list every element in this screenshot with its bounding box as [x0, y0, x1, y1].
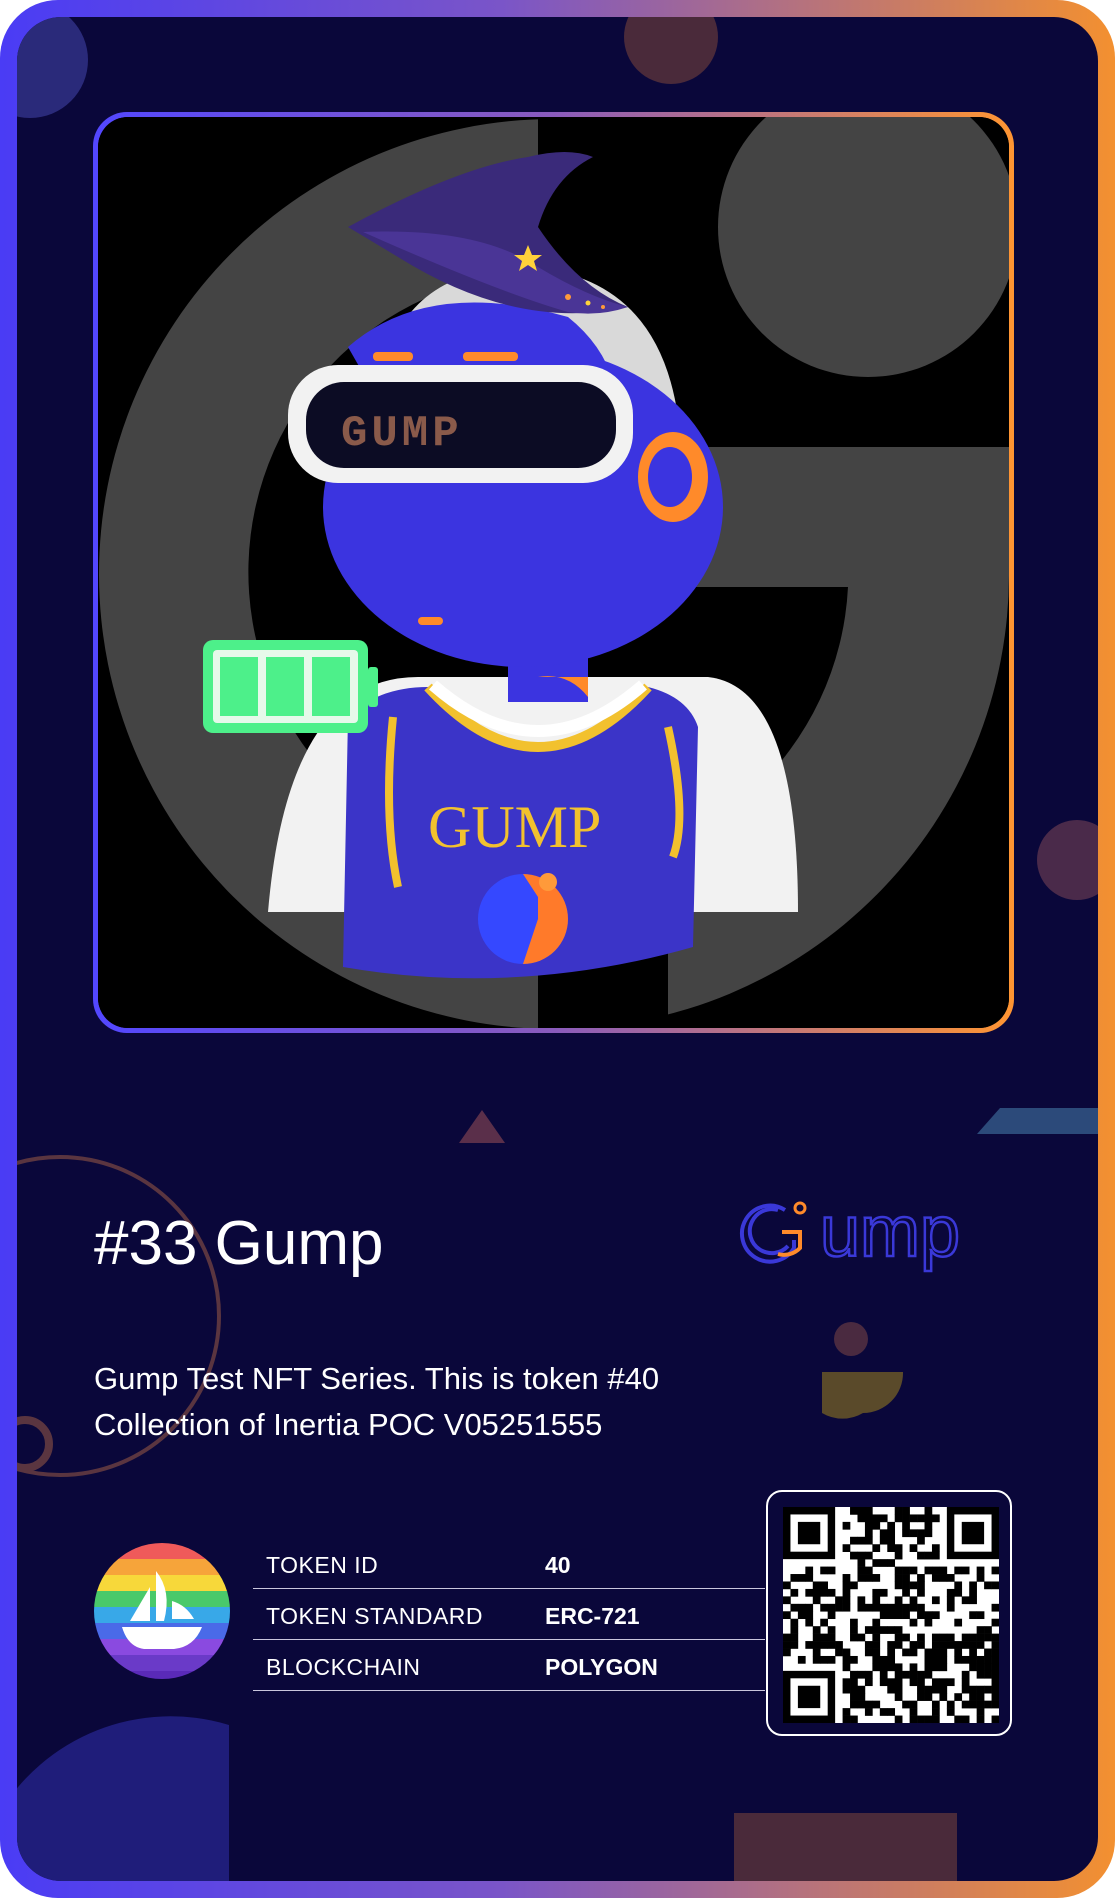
property-value: ERC-721 — [545, 1603, 640, 1629]
jersey-text: GUMP — [428, 794, 601, 860]
property-label: TOKEN STANDARD — [266, 1603, 484, 1629]
property-value: POLYGON — [545, 1654, 658, 1680]
property-label: TOKEN ID — [266, 1552, 379, 1578]
opensea-logo[interactable] — [94, 1543, 230, 1679]
description-line: Collection of Inertia POC V05251555 — [94, 1407, 603, 1442]
avatar-frame: GUMP GUMP — [93, 112, 1014, 1033]
gump-brand-logo: ump — [739, 1191, 961, 1273]
nft-title: #33 Gump — [94, 1209, 384, 1278]
avatar-illustration: GUMP GUMP — [98, 117, 1009, 1028]
property-row-token-id: TOKEN ID 40 — [253, 1538, 765, 1589]
avatar-image: GUMP GUMP — [98, 117, 1009, 1028]
property-row-token-standard: TOKEN STANDARD ERC-721 — [253, 1589, 765, 1640]
token-properties: TOKEN ID 40 TOKEN STANDARD ERC-721 BLOCK… — [253, 1538, 765, 1691]
battery-full-icon — [203, 640, 378, 733]
opensea-sailboat-icon — [122, 1571, 202, 1649]
nft-description: Gump Test NFT Series. This is token #40 … — [94, 1356, 659, 1448]
qr-code[interactable] — [766, 1490, 1012, 1736]
property-row-blockchain: BLOCKCHAIN POLYGON — [253, 1640, 765, 1691]
nft-card: GUMP GUMP #33 Gump ump Gump Test NFT Ser… — [0, 0, 1115, 1898]
property-value: 40 — [545, 1552, 571, 1578]
description-line: Gump Test NFT Series. This is token #40 — [94, 1361, 660, 1396]
brand-wordmark: ump — [820, 1192, 960, 1272]
property-label: BLOCKCHAIN — [266, 1654, 421, 1680]
qr-code-icon — [783, 1507, 999, 1723]
visor-text: GUMP — [341, 409, 463, 459]
